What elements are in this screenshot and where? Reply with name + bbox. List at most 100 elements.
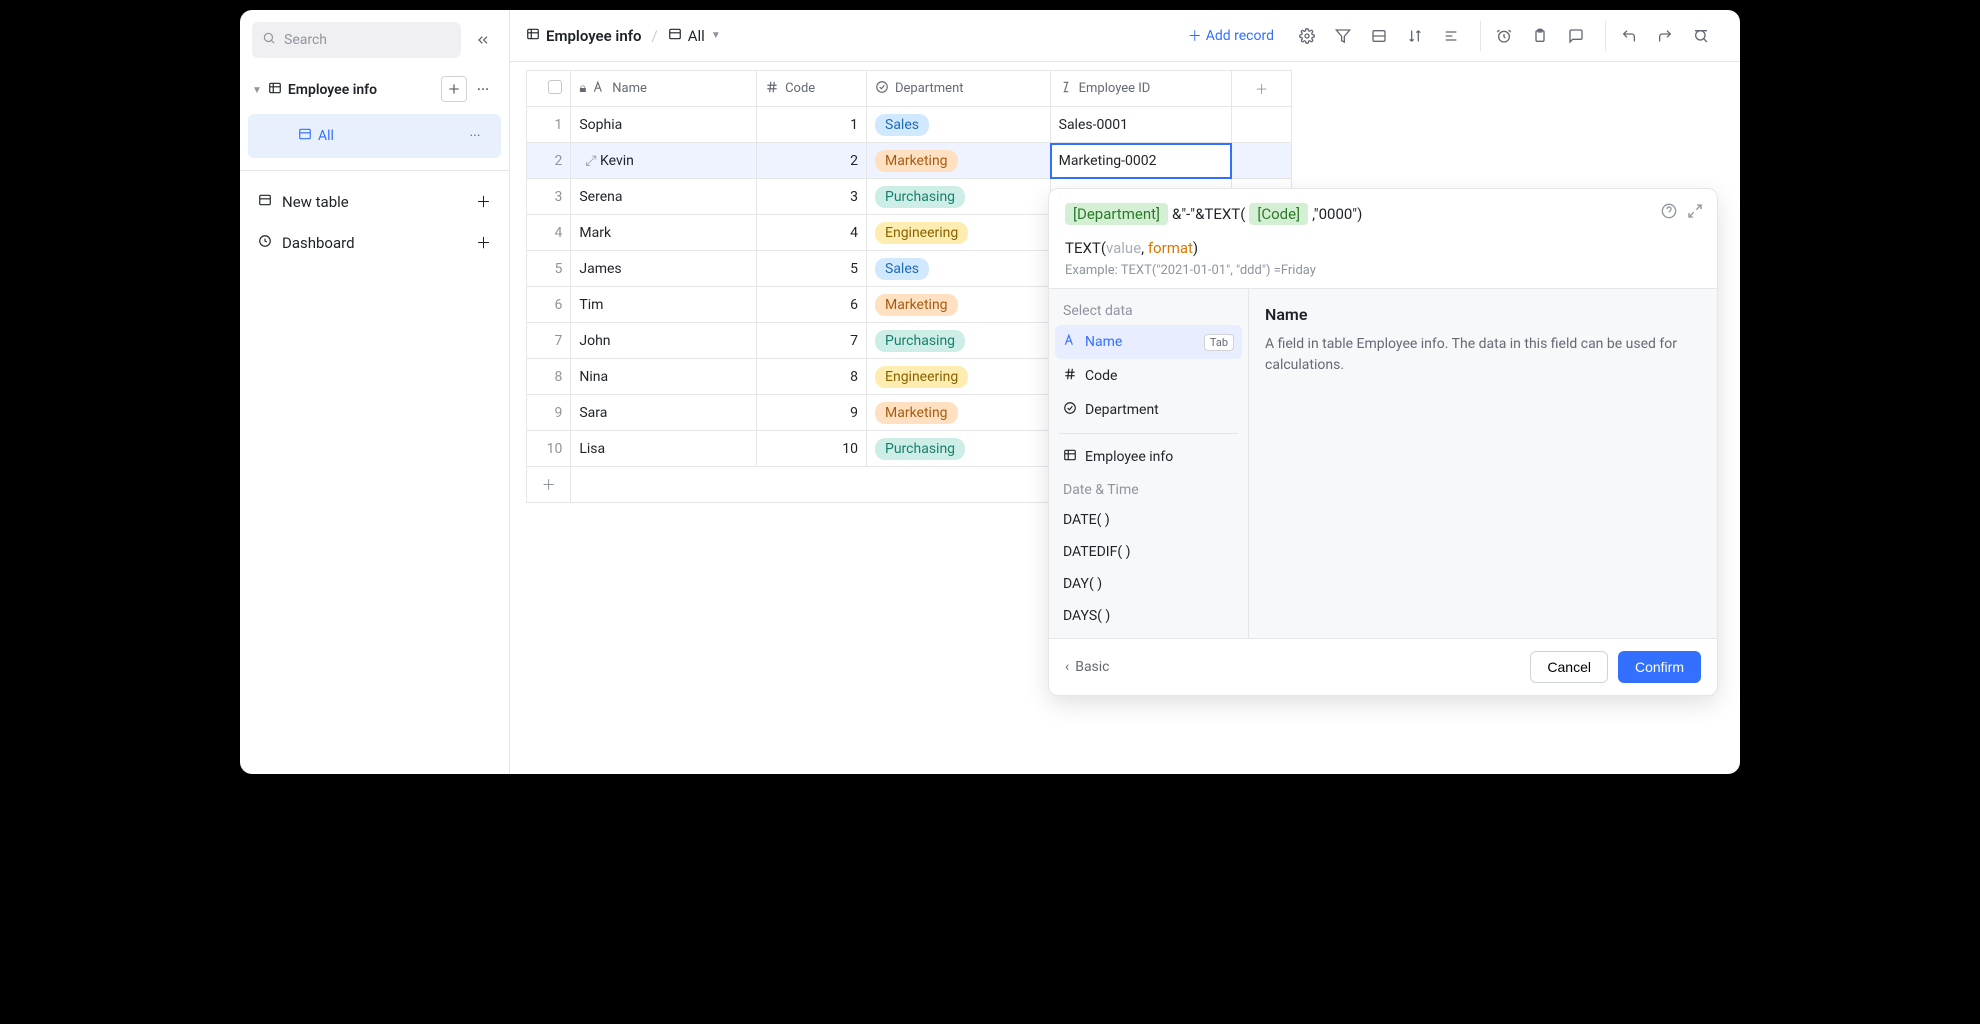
cell-code[interactable]: 5 xyxy=(757,251,867,287)
add-column-button[interactable]: ＋ xyxy=(1255,83,1268,98)
suggestion-fn-day[interactable]: DAY( ) xyxy=(1049,568,1248,600)
detail-title: Name xyxy=(1265,305,1701,324)
table-icon xyxy=(526,27,540,45)
cell-code[interactable]: 8 xyxy=(757,359,867,395)
cell-name[interactable]: Tim xyxy=(571,287,757,323)
formula-input[interactable]: [Department] &"-"&TEXT( [Code] ,"0000") xyxy=(1049,189,1717,231)
suggestion-name[interactable]: Name Tab xyxy=(1055,325,1242,359)
cell-name[interactable]: Sara xyxy=(571,395,757,431)
cell-name[interactable]: Nina xyxy=(571,359,757,395)
col-empid-header[interactable]: Employee ID xyxy=(1079,81,1151,96)
cell-code[interactable]: 9 xyxy=(757,395,867,431)
expand-button[interactable] xyxy=(1687,203,1703,223)
confirm-button[interactable]: Confirm xyxy=(1618,651,1701,683)
new-table-button[interactable]: New table ＋ xyxy=(240,181,509,222)
expand-record-icon[interactable]: ⤢ xyxy=(585,153,596,169)
cell-department[interactable]: Engineering xyxy=(867,215,1051,251)
add-row-button[interactable]: ＋ xyxy=(527,467,571,503)
redo-button[interactable] xyxy=(1650,21,1680,51)
cell-department[interactable]: Purchasing xyxy=(867,431,1051,467)
search-input[interactable]: Search xyxy=(252,22,461,58)
dept-tag: Purchasing xyxy=(875,438,965,460)
formula-suggestion-list[interactable]: Select data Name Tab Code Department Emp… xyxy=(1049,289,1249,638)
add-record-button[interactable]: ＋ Add record xyxy=(1188,26,1274,46)
cell-employee-id[interactable]: Sales-0001 xyxy=(1050,107,1232,143)
cell-code[interactable]: 1 xyxy=(757,107,867,143)
breadcrumb-view[interactable]: All xyxy=(688,27,705,45)
cell-department[interactable]: Sales xyxy=(867,107,1051,143)
cell-employee-id[interactable]: Marketing-0002 xyxy=(1050,143,1232,179)
undo-button[interactable] xyxy=(1614,21,1644,51)
cell-name[interactable]: Serena xyxy=(571,179,757,215)
text-type-icon xyxy=(1063,333,1077,351)
cell-code[interactable]: 4 xyxy=(757,215,867,251)
cell-name[interactable]: Sophia xyxy=(571,107,757,143)
help-button[interactable] xyxy=(1661,203,1677,223)
chevron-down-icon: ▼ xyxy=(252,85,262,96)
field-chip-code: [Code] xyxy=(1249,203,1308,225)
find-button[interactable] xyxy=(1686,21,1716,51)
breadcrumb-table[interactable]: Employee info xyxy=(546,27,642,45)
col-dept-header[interactable]: Department xyxy=(895,81,964,96)
suggestion-fn-days[interactable]: DAYS( ) xyxy=(1049,600,1248,632)
number-type-icon xyxy=(1063,367,1077,385)
cell-code[interactable]: 3 xyxy=(757,179,867,215)
add-view-button[interactable] xyxy=(441,76,467,102)
dept-tag: Purchasing xyxy=(875,186,965,208)
table-more-button[interactable]: ··· xyxy=(469,76,497,104)
reminder-button[interactable] xyxy=(1489,21,1519,51)
field-chip-department: [Department] xyxy=(1065,203,1168,225)
cell-department[interactable]: Purchasing xyxy=(867,179,1051,215)
suggestion-code[interactable]: Code xyxy=(1049,359,1248,393)
formula-signature: TEXT(value, format) xyxy=(1049,231,1717,261)
view-more-button[interactable]: ··· xyxy=(461,122,489,150)
cell-code[interactable]: 2 xyxy=(757,143,867,179)
cell-name[interactable]: Mark xyxy=(571,215,757,251)
group-button[interactable] xyxy=(1364,21,1394,51)
cell-name[interactable]: James xyxy=(571,251,757,287)
view-item-all[interactable]: All ··· xyxy=(248,114,501,158)
sort-button[interactable] xyxy=(1400,21,1430,51)
cell-name[interactable]: Lisa xyxy=(571,431,757,467)
row-index: 6 xyxy=(527,287,571,323)
grid-view-icon xyxy=(668,27,682,45)
row-height-button[interactable] xyxy=(1436,21,1466,51)
cell-name[interactable]: ⤢ Kevin xyxy=(571,143,757,179)
settings-button[interactable] xyxy=(1292,21,1322,51)
filter-button[interactable] xyxy=(1328,21,1358,51)
formula-example: Example: TEXT("2021-01-01", "ddd") =Frid… xyxy=(1049,261,1717,288)
dept-tag: Engineering xyxy=(875,222,968,244)
cell-name[interactable]: John xyxy=(571,323,757,359)
cell-department[interactable]: Marketing xyxy=(867,287,1051,323)
dashboard-button[interactable]: Dashboard ＋ xyxy=(240,222,509,263)
detail-body: A field in table Employee info. The data… xyxy=(1265,334,1701,376)
cell-department[interactable]: Marketing xyxy=(867,143,1051,179)
cell-code[interactable]: 6 xyxy=(757,287,867,323)
suggestion-employee-info[interactable]: Employee info xyxy=(1049,440,1248,474)
plus-icon: ＋ xyxy=(476,191,491,212)
clipboard-button[interactable] xyxy=(1525,21,1555,51)
dept-tag: Purchasing xyxy=(875,330,965,352)
cell-department[interactable]: Marketing xyxy=(867,395,1051,431)
cancel-button[interactable]: Cancel xyxy=(1530,651,1608,683)
view-name: All xyxy=(318,128,334,144)
col-code-header[interactable]: Code xyxy=(785,81,815,96)
table-row[interactable]: 2⤢ Kevin2MarketingMarketing-0002 xyxy=(527,143,1292,179)
collapse-sidebar-button[interactable] xyxy=(469,26,497,54)
table-row[interactable]: 1 Sophia1SalesSales-0001 xyxy=(527,107,1292,143)
cell-department[interactable]: Sales xyxy=(867,251,1051,287)
row-index: 5 xyxy=(527,251,571,287)
back-button[interactable]: ‹Basic xyxy=(1065,659,1110,675)
plus-icon: ＋ xyxy=(476,232,491,253)
select-all-checkbox[interactable] xyxy=(548,80,562,94)
col-name-header[interactable]: Name xyxy=(612,81,647,96)
cell-code[interactable]: 10 xyxy=(757,431,867,467)
suggestion-fn-date[interactable]: DATE( ) xyxy=(1049,504,1248,536)
suggestion-fn-datedif[interactable]: DATEDIF( ) xyxy=(1049,536,1248,568)
cell-department[interactable]: Engineering xyxy=(867,359,1051,395)
cell-department[interactable]: Purchasing xyxy=(867,323,1051,359)
cell-code[interactable]: 7 xyxy=(757,323,867,359)
comment-button[interactable] xyxy=(1561,21,1591,51)
suggestion-department[interactable]: Department xyxy=(1049,393,1248,427)
table-node-employee-info[interactable]: ▼ Employee info ··· xyxy=(240,68,509,112)
